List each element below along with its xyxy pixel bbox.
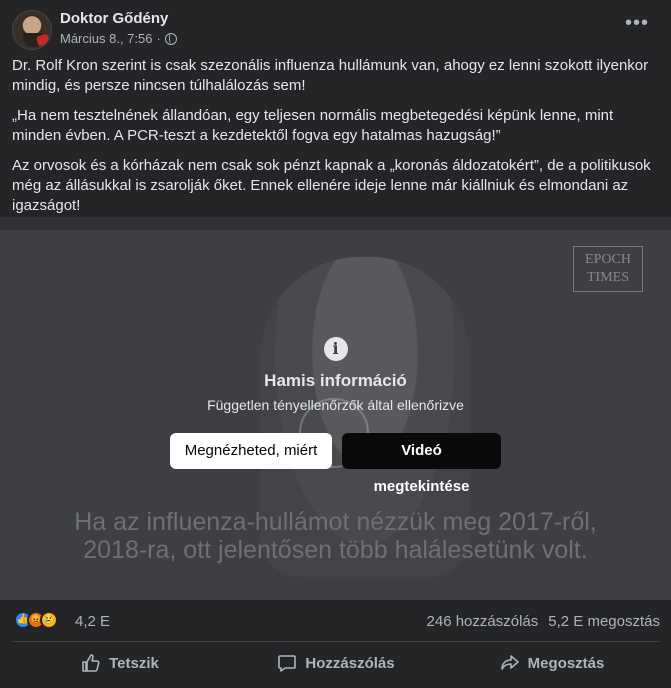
share-button[interactable]: Megosztás <box>444 644 660 682</box>
overlay-buttons: Megnézheted, miért Videó megtekintése <box>0 433 671 495</box>
false-info-title: Hamis információ <box>264 371 407 390</box>
subtitle-line: 2018-ra, ott jelentősen több halálesetün… <box>83 536 588 564</box>
epoch-times-watermark: EPOCH TIMES <box>573 246 643 292</box>
globe-icon <box>164 32 177 45</box>
post-meta: Március 8., 7:56 · <box>60 31 177 46</box>
false-information-overlay: i Hamis információ Független tényellenőr… <box>0 337 671 495</box>
watermark-line: EPOCH <box>585 252 631 267</box>
subtitle-line: Ha az influenza-hullámot nézzük meg 2017… <box>74 508 597 536</box>
sad-reaction-icon: 😢 <box>40 611 58 629</box>
timestamp[interactable]: Március 8., 7:56 <box>60 31 153 46</box>
avatar-badge <box>35 33 51 47</box>
engagement-stats: 👍 😡 😢 4,2 E 246 hozzászólás 5,2 E megosz… <box>12 605 660 637</box>
comment-count[interactable]: 246 hozzászólás <box>427 613 539 630</box>
action-bar: Tetszik Hozzászólás Megosztás <box>12 644 660 682</box>
info-icon: i <box>323 337 348 361</box>
see-why-button[interactable]: Megnézheted, miért <box>170 433 332 469</box>
post-paragraph: „Ha nem tesztelnének állandóan, egy telj… <box>12 107 614 144</box>
share-arrow-icon <box>500 655 519 670</box>
post-text: Dr. Rolf Kron szerint is csak szezonális… <box>12 56 660 226</box>
post-card: Doktor Gődény Március 8., 7:56 · ••• Dr.… <box>0 0 671 688</box>
like-label: Tetszik <box>109 654 159 672</box>
comment-icon <box>278 655 297 672</box>
author-name[interactable]: Doktor Gődény <box>60 10 168 27</box>
false-info-subtitle: Független tényellenőrzők által ellenőriz… <box>207 397 464 413</box>
post-header: Doktor Gődény Március 8., 7:56 · ••• <box>12 10 659 50</box>
avatar[interactable] <box>12 10 52 50</box>
comment-share-stats: 246 hozzászólás 5,2 E megosztás <box>427 613 660 630</box>
reaction-count[interactable]: 4,2 E <box>75 613 110 630</box>
comment-button[interactable]: Hozzászólás <box>228 644 444 682</box>
like-button[interactable]: Tetszik <box>12 644 228 682</box>
divider <box>12 641 660 642</box>
video-subtitle: Ha az influenza-hullámot nézzük meg 2017… <box>0 508 671 564</box>
post-paragraph: Dr. Rolf Kron szerint is csak szezonális… <box>12 57 649 94</box>
thumbs-up-icon <box>82 654 100 672</box>
video-media[interactable]: EPOCH TIMES Ha az influenza-hullámot néz… <box>0 217 671 600</box>
meta-separator: · <box>156 31 161 46</box>
comment-label: Hozzászólás <box>305 654 395 672</box>
more-options-icon[interactable]: ••• <box>625 13 649 33</box>
share-count[interactable]: 5,2 E megosztás <box>548 613 660 630</box>
reaction-icons[interactable]: 👍 😡 😢 <box>14 611 58 629</box>
media-top-band <box>0 217 671 230</box>
view-video-button[interactable]: Videó megtekintése <box>342 433 501 495</box>
share-label: Megosztás <box>527 654 605 672</box>
watermark-line: TIMES <box>587 270 629 285</box>
post-paragraph: Az orvosok és a kórházak nem csak sok pé… <box>12 157 651 214</box>
